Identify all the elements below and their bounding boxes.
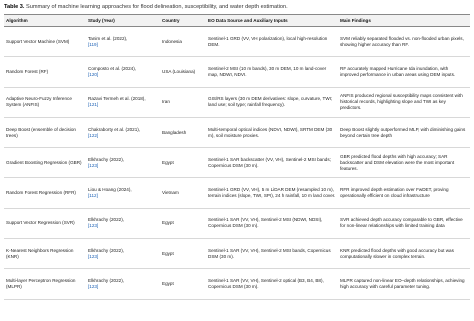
cell-study: Elkhrachy (2022), [123]	[86, 208, 160, 240]
cell-country: Egypt	[160, 208, 206, 240]
study-author: Elkhrachy (2022),	[88, 156, 125, 162]
cell-algorithm: Support Vector Regression (SVR)	[4, 208, 86, 240]
cell-findings: RF accurately mapped Hurricane Ida inund…	[338, 56, 470, 88]
cell-algorithm: K-Nearest Neighbors Regression (KNR)	[4, 238, 86, 270]
cell-study: Elkhrachy (2022), [123]	[86, 238, 160, 270]
cell-eo-data: Multi-temporal optical indices (NDVI, ND…	[206, 117, 338, 149]
caption-text: Summary of machine learning approaches f…	[25, 4, 288, 10]
cell-algorithm: Random Forest Regression (RFR)	[4, 177, 86, 209]
cell-eo-data: Sentinel-1 SAR (VV, VH), Sentinel-2 MSI …	[206, 238, 338, 270]
cell-eo-data: Sentinel-1 SAR (VV, VH), Sentinel-2 MSI …	[206, 208, 338, 240]
study-author: Chakraborty et al. (2021),	[88, 126, 141, 132]
cell-findings: Deep Boost slightly outperformed MLP, wi…	[338, 117, 470, 149]
table-row: Adaptive Neuro-Fuzzy Inference System (A…	[4, 87, 470, 118]
study-author: Razavi Termeh et al. (2018),	[88, 96, 146, 102]
reference-link[interactable]: [112]	[88, 193, 98, 198]
cell-findings: MLPR captured non-linear EO–depth relati…	[338, 268, 470, 300]
table-row: Support Vector Machine (SVM) Tanim et al…	[4, 26, 470, 58]
cell-findings: RFR improved depth estimation over FwDET…	[338, 177, 470, 209]
table-row: Support Vector Regression (SVR) Elkhrach…	[4, 208, 470, 240]
cell-eo-data: Sentinel-1 GRD (VV, VH polarization), lo…	[206, 26, 338, 58]
cell-country: Iran	[160, 87, 206, 118]
cell-study: Tanim et al. (2022), [119]	[86, 26, 160, 58]
reference-link[interactable]: [121]	[88, 102, 98, 107]
cell-findings: ANFIS produced regional susceptibility m…	[338, 87, 470, 118]
cell-algorithm: Multi-layer Perceptron Regression (MLPR)	[4, 268, 86, 300]
cell-eo-data: Sentinel-1 GRD (VV, VH), 5 m LiDAR DEM (…	[206, 177, 338, 209]
cell-algorithm: Gradient Boosting Regression (GBR)	[4, 147, 86, 179]
cell-study: Razavi Termeh et al. (2018), [121]	[86, 87, 160, 118]
cell-country: Vietnam	[160, 177, 206, 209]
cell-algorithm: Deep Boost (ensemble of decision trees)	[4, 117, 86, 149]
cell-findings: KNR predicted flood depths with good acc…	[338, 238, 470, 270]
cell-study: Chakraborty et al. (2021), [122]	[86, 117, 160, 149]
cell-country: Bangladesh	[160, 117, 206, 149]
cell-algorithm: Random Forest (RF)	[4, 56, 86, 88]
study-author: Liou & Hoang (2024),	[88, 187, 132, 193]
caption-label: Table 3.	[4, 4, 25, 10]
cell-eo-data: Sentinel-1 SAR (VV, VH), Sentinel-2 opti…	[206, 268, 338, 300]
reference-link[interactable]: [123]	[88, 284, 98, 289]
cell-findings: GBR predicted flood depths with high acc…	[338, 147, 470, 179]
reference-link[interactable]: [123]	[88, 223, 98, 228]
study-author: Elkhrachy (2022),	[88, 217, 125, 223]
cell-algorithm: Adaptive Neuro-Fuzzy Inference System (A…	[4, 87, 86, 118]
ml-approaches-table: Algorithm Study (Year) Country EO Data S…	[4, 14, 470, 300]
table-row: Deep Boost (ensemble of decision trees) …	[4, 117, 470, 149]
cell-country: Indonesia	[160, 26, 206, 58]
header-algorithm: Algorithm	[4, 14, 86, 27]
study-author: Elkhrachy (2022),	[88, 247, 125, 253]
reference-link[interactable]: [122]	[88, 133, 98, 138]
study-author: Elkhrachy (2022),	[88, 278, 125, 284]
cell-country: Egypt	[160, 238, 206, 270]
header-country: Country	[160, 14, 206, 27]
cell-eo-data: GIS/RS layers (30 m DEM derivatives: slo…	[206, 87, 338, 118]
header-findings: Main Findings	[338, 14, 470, 27]
table-row: Multi-layer Perceptron Regression (MLPR)…	[4, 268, 470, 300]
study-author: Tanim et al. (2022),	[88, 35, 128, 41]
table-caption: Table 3. Summary of machine learning app…	[4, 3, 470, 11]
cell-study: Elkhrachy (2022), [123]	[86, 268, 160, 300]
cell-study: Composto et al. (2024), [120]	[86, 56, 160, 88]
cell-country: Egypt	[160, 268, 206, 300]
table-row: Gradient Boosting Regression (GBR) Elkhr…	[4, 147, 470, 179]
header-eo-data: EO Data Source and Auxiliary Inputs	[206, 14, 338, 27]
reference-link[interactable]: [123]	[88, 163, 98, 168]
cell-eo-data: Sentinel-2 MSI (10 m bands), 30 m DEM, 1…	[206, 56, 338, 88]
study-author: Composto et al. (2024),	[88, 65, 137, 71]
cell-study: Liou & Hoang (2024), [112]	[86, 177, 160, 209]
table-row: Random Forest Regression (RFR) Liou & Ho…	[4, 177, 470, 209]
cell-findings: SVM reliably separated flooded vs. non-f…	[338, 26, 470, 58]
cell-study: Elkhrachy (2022), [123]	[86, 147, 160, 179]
cell-country: USA (Louisiana)	[160, 56, 206, 88]
reference-link[interactable]: [120]	[88, 72, 98, 77]
table-header-row: Algorithm Study (Year) Country EO Data S…	[4, 14, 470, 27]
cell-algorithm: Support Vector Machine (SVM)	[4, 26, 86, 58]
cell-eo-data: Sentinel-1 SAR backscatter (VV, VH), Sen…	[206, 147, 338, 179]
reference-link[interactable]: [119]	[88, 42, 98, 47]
reference-link[interactable]: [123]	[88, 254, 98, 259]
table-row: K-Nearest Neighbors Regression (KNR) Elk…	[4, 238, 470, 270]
table-row: Random Forest (RF) Composto et al. (2024…	[4, 56, 470, 88]
cell-findings: SVR achieved depth accuracy comparable t…	[338, 208, 470, 240]
cell-country: Egypt	[160, 147, 206, 179]
header-study: Study (Year)	[86, 14, 160, 27]
